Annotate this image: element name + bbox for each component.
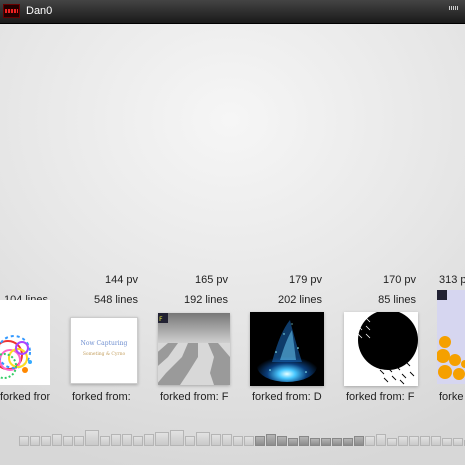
scrollbar-segment[interactable] <box>266 434 276 446</box>
scrollbar-segment[interactable] <box>310 438 320 446</box>
forked-from-label[interactable]: forked from: F <box>160 391 236 403</box>
scrollbar-segment[interactable] <box>155 432 169 446</box>
scrollbar-segment[interactable] <box>277 436 287 446</box>
signal-icon <box>449 6 459 10</box>
scrollbar-segment[interactable] <box>354 436 364 446</box>
scrollbar-segment[interactable] <box>111 434 121 446</box>
scrollbar-segment[interactable] <box>133 436 143 446</box>
scrollbar-segment[interactable] <box>431 436 441 446</box>
scrollbar-segment[interactable] <box>52 434 62 446</box>
thumbnail[interactable] <box>344 312 418 386</box>
forked-from-label[interactable]: forke <box>439 391 465 403</box>
thumbnail[interactable]: F <box>158 313 230 385</box>
card[interactable]: 313 p forke <box>420 270 465 420</box>
scrollbar-segment[interactable] <box>409 436 419 446</box>
scrollbar-segment[interactable] <box>398 436 408 446</box>
thumbnail[interactable] <box>0 300 50 385</box>
scrollbar-segment[interactable] <box>376 434 386 446</box>
orange-balls-thumbnail <box>437 290 465 384</box>
forked-from-label[interactable]: forked from: D <box>252 391 326 403</box>
pv-count: 165 pv <box>194 274 228 286</box>
forked-from-label[interactable]: forked from: fork <box>0 391 50 403</box>
scrollbar-segment[interactable] <box>85 430 99 446</box>
forked-from-label[interactable]: forked from: F <box>346 391 422 403</box>
page-scrollbar[interactable] <box>0 424 465 446</box>
card[interactable]: 170 pv 85 lines forked from: F <box>326 270 418 420</box>
scrollbar-segment[interactable] <box>100 436 110 446</box>
card[interactable]: 165 pv 192 lines F forked from: F <box>140 270 230 420</box>
svg-text:F: F <box>159 316 163 323</box>
scrollbar-segment[interactable] <box>185 436 195 446</box>
card[interactable]: 104 lines forked from: fork <box>0 270 50 420</box>
scrollbar-segment[interactable] <box>211 434 221 446</box>
pv-count: 144 pv <box>104 274 138 286</box>
lines-count: 202 lines <box>277 294 322 306</box>
scrollbar-segment[interactable] <box>453 438 463 446</box>
scrollbar-segment[interactable] <box>19 436 29 446</box>
scrollbar-segment[interactable] <box>222 434 232 446</box>
thumbnail[interactable] <box>437 290 465 384</box>
scrollbar-segment[interactable] <box>332 438 342 446</box>
scrollbar-segment[interactable] <box>63 436 73 446</box>
scrollbar-segment[interactable] <box>41 436 51 446</box>
forked-from-label[interactable]: forked from: <box>72 391 148 403</box>
scrollbar-segment[interactable] <box>144 434 154 446</box>
pv-count: 313 p <box>439 274 465 286</box>
scrollbar-segment[interactable] <box>233 436 243 446</box>
title-bar: Dan0 <box>0 0 465 24</box>
thumbnail[interactable] <box>250 312 324 386</box>
lines-count: 192 lines <box>183 294 228 306</box>
scrollbar-segment[interactable] <box>299 436 309 446</box>
scrollbar-segment[interactable] <box>255 436 265 446</box>
lines-count: 85 lines <box>378 294 416 306</box>
arrow-field-thumbnail <box>344 312 418 386</box>
scrollbar-segment[interactable] <box>387 438 397 446</box>
scrollbar-segment[interactable] <box>420 436 430 446</box>
card[interactable]: 144 pv 548 lines Now Capturing Someting … <box>50 270 138 420</box>
color-rings-thumbnail <box>0 335 32 379</box>
code-carousel[interactable]: 104 lines forked from: fork 144 pv 548 l… <box>0 270 465 420</box>
lines-count: 548 lines <box>93 294 138 306</box>
scrollbar-segment[interactable] <box>122 434 132 446</box>
scrollbar-segment[interactable] <box>196 432 210 446</box>
app-logo-icon <box>3 4 20 18</box>
scrollbar-segment[interactable] <box>365 436 375 446</box>
thumb-caption-1: Now Capturing <box>80 340 128 347</box>
scrollbar-segment[interactable] <box>30 436 40 446</box>
text-capture-thumbnail: Now Capturing Someting & Cyrno <box>71 340 137 357</box>
pv-count: 179 pv <box>288 274 322 286</box>
scrollbar-segment[interactable] <box>244 436 254 446</box>
scrollbar-segment[interactable] <box>442 438 452 446</box>
scrollbar-segment[interactable] <box>343 438 353 446</box>
scrollbar-segment[interactable] <box>170 430 184 446</box>
scrollbar-segment[interactable] <box>288 438 298 446</box>
app-title: Dan0 <box>26 5 53 17</box>
scrollbar-segment[interactable] <box>74 436 84 446</box>
blue-particles-thumbnail <box>250 312 324 386</box>
card[interactable]: 179 pv 202 lines forked from: D <box>232 270 324 420</box>
thumbnail[interactable]: Now Capturing Someting & Cyrno <box>70 317 138 384</box>
checker-floor-thumbnail: F <box>158 313 230 385</box>
scrollbar-segment[interactable] <box>321 438 331 446</box>
thumb-caption-2: Someting & Cyrno <box>82 352 126 357</box>
pv-count: 170 pv <box>382 274 416 286</box>
